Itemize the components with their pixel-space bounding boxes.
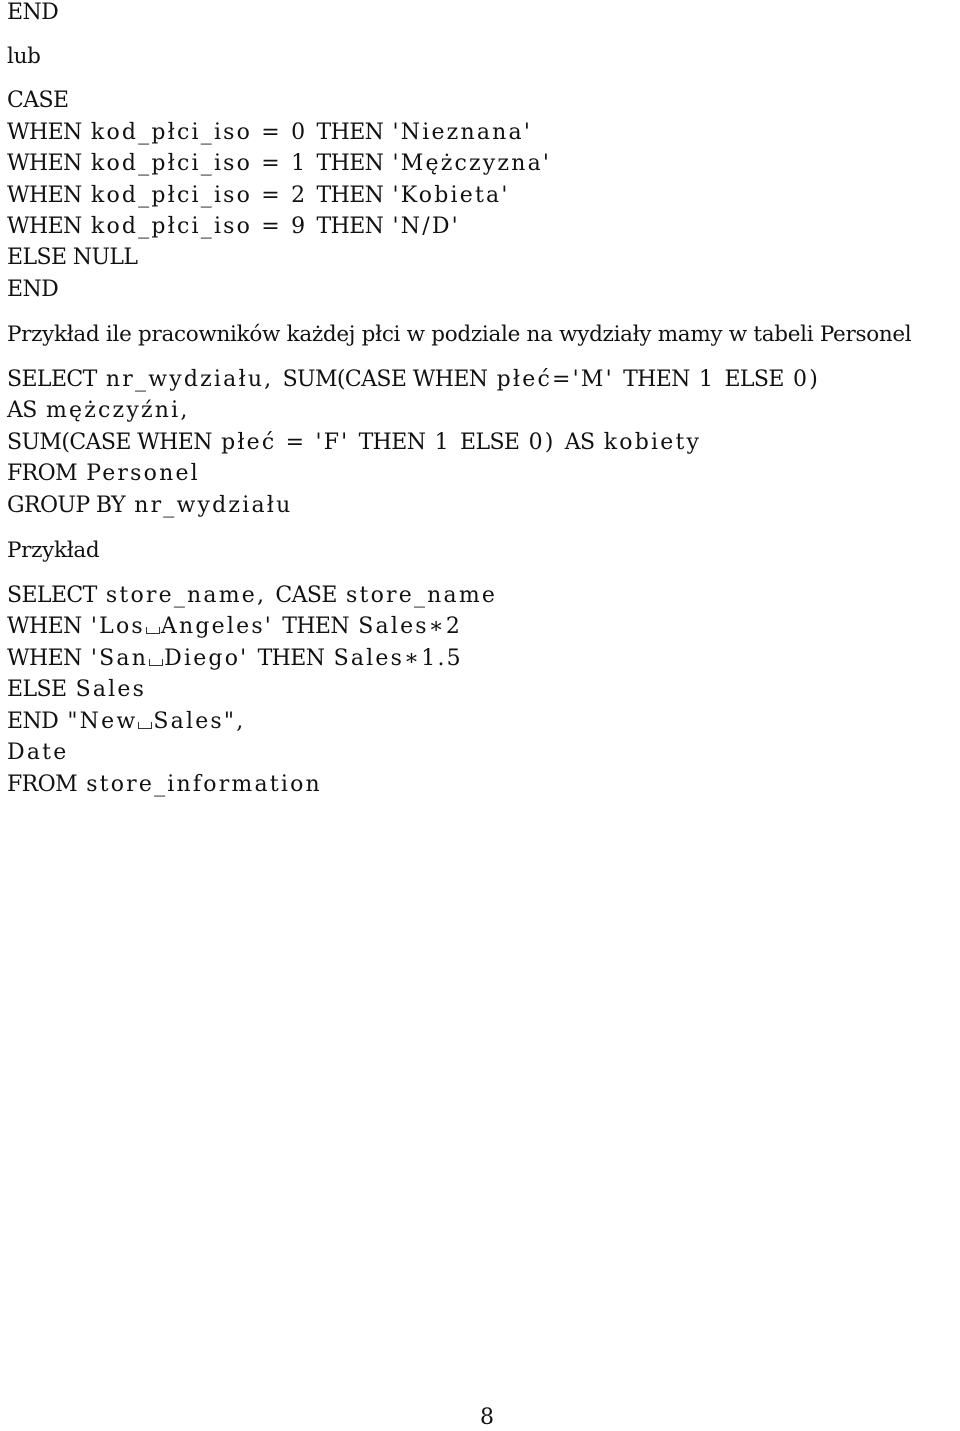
code-line: ELSE Sales xyxy=(7,677,147,702)
end-keyword: END xyxy=(7,0,59,25)
when-line: WHEN kod_płci_iso = 1 THEN 'Mężczyzna' xyxy=(7,151,552,176)
code-line: FROM store_information xyxy=(7,772,322,797)
code-line: WHEN 'Los Angeles' THEN Sales∗2 xyxy=(7,614,463,639)
example-heading: Przykład ile pracowników każdej płci w p… xyxy=(7,322,912,347)
else-line: ELSE NULL xyxy=(7,245,138,270)
code-line: WHEN 'San Diego' THEN Sales∗1.5 xyxy=(7,646,463,671)
visible-space-icon xyxy=(138,722,153,729)
or-text: lub xyxy=(7,44,41,69)
code-line: SELECT nr_wydziału, SUM(CASE WHEN płeć='… xyxy=(7,367,821,392)
when-line: WHEN kod_płci_iso = 0 THEN 'Nieznana' xyxy=(7,120,533,145)
when-line: WHEN kod_płci_iso = 2 THEN 'Kobieta' xyxy=(7,183,510,208)
code-line: SUM(CASE WHEN płeć = 'F' THEN 1 ELSE 0) … xyxy=(7,430,702,455)
code-line: GROUP BY nr_wydziału xyxy=(7,493,293,518)
code-line: END "New Sales", xyxy=(7,709,246,734)
code-line: AS mężczyźni, xyxy=(7,398,190,423)
case-keyword: CASE xyxy=(7,88,69,113)
visible-space-icon xyxy=(145,627,160,634)
visible-space-icon xyxy=(149,659,164,666)
when-line: WHEN kod_płci_iso = 9 THEN 'N/D' xyxy=(7,214,460,239)
page-number: 8 xyxy=(480,1405,494,1430)
end-line: END xyxy=(7,277,59,302)
code-line: Date xyxy=(7,740,69,765)
example-heading: Przykład xyxy=(7,538,100,563)
code-line: SELECT store_name, CASE store_name xyxy=(7,583,498,608)
code-line: FROM Personel xyxy=(7,461,200,486)
